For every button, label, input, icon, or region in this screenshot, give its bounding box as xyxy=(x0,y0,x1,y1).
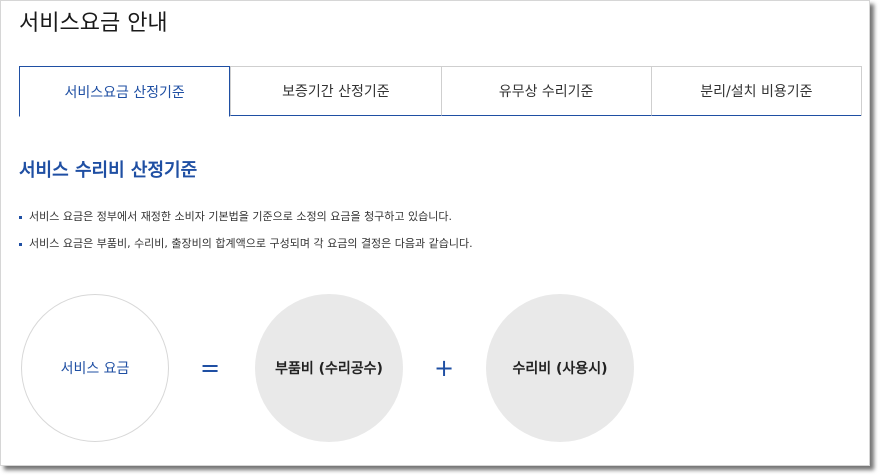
page-title: 서비스요금 안내 xyxy=(19,11,168,36)
bullet-icon xyxy=(19,243,22,246)
tab-bar: 서비스요금 산정기준 보증기간 산정기준 유무상 수리기준 분리/설치 비용기준 xyxy=(19,66,862,117)
formula-parts-circle: 부품비 (수리공수) xyxy=(255,294,403,442)
formula-total-label: 서비스 요금 xyxy=(60,361,130,377)
tab-warranty-period-criteria[interactable]: 보증기간 산정기준 xyxy=(230,67,441,116)
list-item: 서비스 요금은 정부에서 재정한 소비자 기본법을 기준으로 소정의 요금을 청… xyxy=(19,207,473,227)
section-title: 서비스 수리비 산정기준 xyxy=(19,160,198,181)
list-item-text: 서비스 요금은 부품비, 수리비, 출장비의 합계액으로 구성되며 각 요금의 … xyxy=(29,237,473,250)
formula-repair-label: 수리비 (사용시) xyxy=(512,361,608,377)
content-frame: 서비스요금 안내 서비스요금 산정기준 보증기간 산정기준 유무상 수리기준 분… xyxy=(0,0,870,466)
tab-paid-free-repair-criteria[interactable]: 유무상 수리기준 xyxy=(440,67,651,116)
formula-parts-label: 부품비 (수리공수) xyxy=(275,361,383,377)
formula-total-circle: 서비스 요금 xyxy=(21,294,169,442)
list-item: 서비스 요금은 부품비, 수리비, 출장비의 합계액으로 구성되며 각 요금의 … xyxy=(19,234,473,254)
equals-sign: = xyxy=(200,354,221,382)
tab-service-fee-criteria[interactable]: 서비스요금 산정기준 xyxy=(19,66,231,117)
list-item-text: 서비스 요금은 정부에서 재정한 소비자 기본법을 기준으로 소정의 요금을 청… xyxy=(29,210,453,223)
bullet-icon xyxy=(19,216,22,219)
info-list: 서비스 요금은 정부에서 재정한 소비자 기본법을 기준으로 소정의 요금을 청… xyxy=(19,207,473,261)
plus-sign: + xyxy=(434,354,455,382)
tab-installation-cost-criteria[interactable]: 분리/설치 비용기준 xyxy=(650,67,861,116)
formula-repair-circle: 수리비 (사용시) xyxy=(486,294,634,442)
